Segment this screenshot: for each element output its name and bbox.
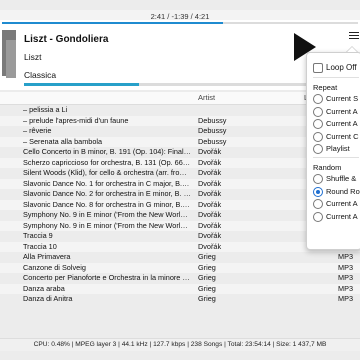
repeat-option[interactable]: Current C: [313, 132, 360, 142]
table-row[interactable]: Alla Primavera Grieg MP3: [0, 252, 360, 263]
repeat-option[interactable]: Current S: [313, 94, 360, 105]
seek-bar[interactable]: [2, 22, 358, 24]
divider: [313, 77, 359, 78]
table-row[interactable]: Danza araba Grieg MP3: [0, 283, 360, 294]
table-row[interactable]: Canzone di Solveig Grieg MP3: [0, 262, 360, 273]
cell-title: – prelude l'apres-midi d'un faune: [23, 115, 129, 125]
volume-slider[interactable]: [24, 83, 344, 86]
volume-fill: [24, 83, 140, 86]
seek-bar-fill: [2, 22, 223, 24]
loop-off-label: Loop Off: [326, 63, 357, 73]
table-row[interactable]: Danza di Anitra Grieg MP3: [0, 294, 360, 305]
header-artist[interactable]: Artist: [198, 93, 215, 102]
progress-row[interactable]: [0, 20, 360, 26]
cell-title: Slavonic Dance No. 1 for orchestra in C …: [23, 178, 191, 188]
repeat-option-label: Current A: [326, 106, 358, 116]
cell-artist: Dvořák: [198, 157, 222, 167]
random-option[interactable]: Current A: [313, 199, 360, 210]
cell-type: MP3: [338, 283, 354, 293]
cell-title: – rêverie: [23, 126, 52, 135]
random-option-label: Shuffle &: [326, 174, 357, 183]
menu-icon[interactable]: [349, 31, 359, 39]
cell-artist: Dvořák: [198, 147, 222, 156]
cell-artist: Dvořák: [198, 231, 222, 240]
cell-title: Concerto per Pianoforte e Orchestra in l…: [23, 273, 191, 282]
cell-title: Symphony No. 9 in E minor ('From the New…: [23, 220, 191, 230]
cell-artist: Grieg: [198, 273, 216, 282]
cell-artist: Grieg: [198, 262, 216, 272]
cell-type: MP3: [338, 273, 354, 282]
divider: [313, 157, 359, 158]
album-art: [2, 30, 16, 78]
cell-artist: Dvořák: [198, 210, 222, 219]
cell-title: Alla Primavera: [23, 252, 71, 261]
radio-icon: [313, 106, 323, 117]
radio-icon: [313, 211, 323, 222]
cell-artist: Dvořák: [198, 241, 222, 251]
random-option[interactable]: Current A: [313, 212, 360, 222]
repeat-option-label: Current S: [326, 94, 359, 103]
radio-icon: [313, 94, 323, 105]
cell-title: Cello Concerto in B minor, B. 191 (Op. 1…: [23, 147, 191, 156]
random-heading: Random: [313, 163, 342, 172]
repeat-option[interactable]: Playlist: [313, 144, 360, 155]
cell-type: MP3: [338, 262, 354, 272]
repeat-option-label: Current A: [326, 119, 358, 128]
cell-title: – pelissia a Li: [23, 105, 68, 114]
cell-title: Traccia 9: [23, 231, 53, 240]
cell-artist: Dvořák: [198, 199, 222, 209]
popover-caret-fill: [347, 47, 357, 52]
random-option-label: Current A: [326, 199, 358, 208]
cell-artist: Dvořák: [198, 168, 222, 177]
cell-artist: Grieg: [198, 283, 216, 293]
now-playing-title: Liszt - Gondoliera: [24, 34, 109, 45]
repeat-heading: Repeat: [313, 83, 338, 92]
checkbox-icon: [313, 63, 323, 73]
cell-artist: Dvořák: [198, 178, 222, 188]
cell-type: MP3: [338, 294, 354, 303]
cell-artist: Debussy: [198, 126, 227, 135]
album-art-inner: [6, 40, 16, 78]
cell-title: Canzone di Solveig: [23, 262, 86, 272]
radio-icon: [313, 186, 323, 197]
status-bar: CPU: 0.48% | MPEG layer 3 | 44.1 kHz | 1…: [0, 338, 360, 351]
cell-title: Danza di Anitra: [23, 294, 73, 303]
random-option-label: Round Ro: [326, 186, 360, 196]
cell-title: Symphony No. 9 in E minor ('From the New…: [23, 210, 191, 219]
radio-icon: [313, 144, 323, 155]
now-playing-artist: Liszt: [24, 52, 42, 62]
now-playing-album: Classica: [24, 70, 57, 80]
cell-title: Slavonic Dance No. 2 for orchestra in E …: [23, 189, 191, 198]
repeat-option-label: Playlist: [326, 144, 350, 153]
radio-icon: [313, 174, 323, 185]
radio-icon: [313, 119, 323, 130]
cell-artist: Dvořák: [198, 189, 222, 198]
cell-artist: Dvořák: [198, 220, 222, 230]
cell-title: Slavonic Dance No. 8 for orchestra in G …: [23, 199, 191, 209]
cell-title: Traccia 10: [23, 241, 57, 251]
radio-icon: [313, 199, 323, 210]
loop-off-checkbox[interactable]: Loop Off: [313, 63, 357, 73]
cell-artist: Grieg: [198, 252, 216, 261]
cell-artist: Grieg: [198, 294, 216, 303]
cell-title: Silent Woods (Klid), for cello & orchest…: [23, 168, 191, 177]
playback-options-popover: Loop Off Repeat Current S Current A Curren…: [306, 52, 360, 250]
repeat-option[interactable]: Current A: [313, 119, 360, 130]
cell-type: MP3: [338, 252, 354, 261]
cell-title: Danza araba: [23, 283, 65, 293]
repeat-option-label: Current C: [326, 131, 359, 141]
repeat-option[interactable]: Current A: [313, 107, 360, 117]
cell-title: – Serenata alla bambola: [23, 136, 103, 146]
random-option[interactable]: Round Ro: [313, 187, 360, 197]
random-option[interactable]: Shuffle &: [313, 174, 360, 185]
radio-icon: [313, 131, 323, 142]
cell-artist: Debussy: [198, 115, 227, 125]
cell-artist: Debussy: [198, 136, 227, 146]
table-row[interactable]: Concerto per Pianoforte e Orchestra in l…: [0, 273, 360, 284]
cell-title: Scherzo capriccioso for orchestra, B. 13…: [23, 157, 191, 167]
random-option-label: Current A: [326, 211, 358, 221]
